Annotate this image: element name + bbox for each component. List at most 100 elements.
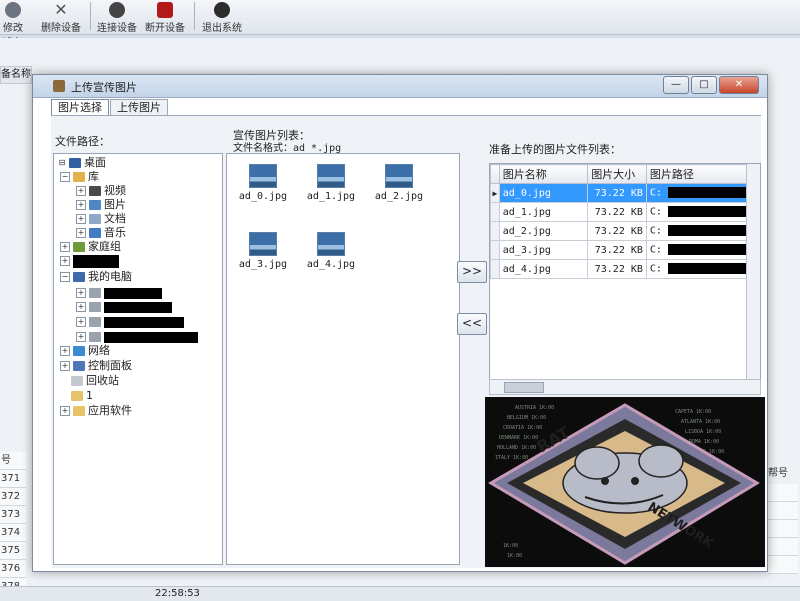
table-row[interactable]: ▶ ad_0.jpg 73.22 KB C: bbox=[490, 183, 760, 203]
table-row[interactable]: 373 bbox=[0, 506, 26, 524]
cell-name[interactable]: ad_3.jpg bbox=[498, 240, 589, 260]
delete-icon: ✕ bbox=[54, 0, 68, 19]
minimize-button[interactable]: — bbox=[663, 76, 689, 94]
cell-size[interactable]: 73.22 KB bbox=[587, 240, 647, 260]
horizontal-scrollbar[interactable] bbox=[489, 379, 761, 395]
tree-item-drive[interactable]: + bbox=[76, 330, 198, 344]
column-header-name[interactable]: 图片名称 bbox=[498, 164, 589, 184]
vertical-scrollbar[interactable] bbox=[746, 164, 760, 380]
table-row[interactable]: 371 bbox=[0, 470, 26, 488]
connect-device-button[interactable]: 连接设备 bbox=[94, 0, 140, 34]
expand-icon: + bbox=[76, 228, 86, 238]
disconnect-device-button[interactable]: 断开设备 bbox=[142, 0, 188, 34]
table-row[interactable]: ad_2.jpg 73.22 KB C: bbox=[490, 221, 760, 241]
redacted-path bbox=[667, 225, 756, 237]
table-row[interactable]: 376 bbox=[0, 560, 26, 578]
cell-name[interactable]: ad_2.jpg bbox=[498, 221, 589, 241]
computer-icon bbox=[73, 272, 85, 282]
path-prefix: C: bbox=[649, 187, 662, 199]
tree-item-my-computer[interactable]: − 我的电脑 bbox=[60, 270, 132, 284]
cell-path[interactable]: C: bbox=[645, 221, 760, 241]
tree-item-pictures[interactable]: + 图片 bbox=[76, 198, 126, 212]
tree-item-desktop[interactable]: ⊟ 桌面 bbox=[58, 156, 106, 170]
tree-item-user-folder[interactable]: + bbox=[60, 254, 119, 268]
file-item-ad-0[interactable]: ad_0.jpg bbox=[233, 164, 293, 202]
drive-icon bbox=[89, 317, 101, 327]
toolbar-separator bbox=[194, 2, 195, 30]
tree-item-drive[interactable]: + bbox=[76, 315, 184, 329]
file-item-ad-3[interactable]: ad_3.jpg bbox=[233, 232, 293, 270]
svg-text:1K:00: 1K:00 bbox=[507, 553, 522, 559]
cell-path[interactable]: C: bbox=[645, 240, 760, 260]
folder-tree[interactable]: ⊟ 桌面 − 库 + 视频 + 图片 + 文档 + 音乐 + 家庭组 + − 我… bbox=[53, 153, 223, 565]
table-row[interactable] bbox=[768, 502, 798, 520]
dialog-title-bar[interactable]: 上传宣传图片 — □ ✕ bbox=[33, 75, 767, 98]
tree-item-control-panel[interactable]: + 控制面板 bbox=[60, 359, 132, 373]
cell-name[interactable]: ad_4.jpg bbox=[498, 259, 589, 279]
tree-item-music[interactable]: + 音乐 bbox=[76, 226, 126, 240]
table-row[interactable] bbox=[768, 538, 798, 556]
documents-icon bbox=[89, 214, 101, 224]
table-row[interactable]: ad_1.jpg 73.22 KB C: bbox=[490, 202, 760, 222]
scrollbar-thumb[interactable] bbox=[504, 382, 544, 393]
add-to-upload-button[interactable]: >> bbox=[457, 261, 487, 283]
file-item-ad-2[interactable]: ad_2.jpg bbox=[369, 164, 429, 202]
column-header-size[interactable]: 图片大小 bbox=[587, 164, 647, 184]
expand-icon: + bbox=[60, 361, 70, 371]
tree-item-recycle-bin[interactable]: 回收站 bbox=[60, 374, 119, 388]
file-item-ad-1[interactable]: ad_1.jpg bbox=[301, 164, 361, 202]
tab-upload-image[interactable]: 上传图片 bbox=[110, 99, 168, 115]
cell-name[interactable]: ad_1.jpg bbox=[498, 202, 589, 222]
tree-item-homegroup[interactable]: + 家庭组 bbox=[60, 240, 121, 254]
table-row[interactable]: 372 bbox=[0, 488, 26, 506]
image-file-list[interactable]: ad_0.jpg ad_1.jpg ad_2.jpg ad_3.jpg ad_4… bbox=[226, 153, 460, 565]
table-row[interactable] bbox=[768, 484, 798, 502]
window-controls: — □ ✕ bbox=[661, 76, 759, 94]
image-file-icon bbox=[385, 164, 413, 188]
upload-dialog: 上传宣传图片 — □ ✕ 图片选择 上传图片 文件路径： ⊟ 桌面 − 库 + … bbox=[32, 74, 768, 572]
table-row[interactable] bbox=[768, 556, 798, 574]
tree-item-label: 网络 bbox=[88, 344, 110, 357]
cell-size[interactable]: 73.22 KB bbox=[587, 183, 647, 203]
account-column-header[interactable]: 帮号 bbox=[768, 466, 798, 482]
file-item-ad-4[interactable]: ad_4.jpg bbox=[301, 232, 361, 270]
upload-file-table[interactable]: 图片名称 图片大小 图片路径 ▶ ad_0.jpg 73.22 KB C: ad… bbox=[489, 163, 761, 395]
device-name-column-header[interactable]: 备名称 bbox=[0, 66, 32, 84]
close-button[interactable]: ✕ bbox=[719, 76, 759, 94]
music-icon bbox=[89, 228, 101, 238]
tree-item-library[interactable]: − 库 bbox=[60, 170, 99, 184]
tree-item-videos[interactable]: + 视频 bbox=[76, 184, 126, 198]
exit-system-button[interactable]: 退出系统 bbox=[198, 0, 246, 34]
upload-list-label: 准备上传的图片文件列表： bbox=[489, 143, 621, 156]
tree-item-folder-1[interactable]: 1 bbox=[60, 389, 93, 403]
table-row[interactable] bbox=[768, 520, 798, 538]
folder-icon bbox=[71, 391, 83, 401]
redacted-label bbox=[104, 287, 162, 299]
path-prefix: C: bbox=[649, 244, 662, 256]
table-row[interactable]: 374 bbox=[0, 524, 26, 542]
tab-image-select[interactable]: 图片选择 bbox=[51, 99, 109, 115]
cell-size[interactable]: 73.22 KB bbox=[587, 259, 647, 279]
edit-device-button[interactable]: 修改设备 bbox=[0, 0, 26, 49]
tree-item-network[interactable]: + 网络 bbox=[60, 344, 110, 358]
table-row[interactable]: ad_4.jpg 73.22 KB C: bbox=[490, 259, 760, 279]
redacted-path bbox=[667, 244, 756, 256]
remove-from-upload-button[interactable]: << bbox=[457, 313, 487, 335]
cell-size[interactable]: 73.22 KB bbox=[587, 202, 647, 222]
cell-size[interactable]: 73.22 KB bbox=[587, 221, 647, 241]
column-header-path[interactable]: 图片路径 bbox=[645, 164, 760, 184]
row-header-corner bbox=[490, 164, 500, 184]
delete-device-button[interactable]: ✕ 删除设备 bbox=[36, 0, 86, 35]
cell-path[interactable]: C: bbox=[645, 202, 760, 222]
table-row[interactable]: ad_3.jpg 73.22 KB C: bbox=[490, 240, 760, 260]
tree-item-drive[interactable]: + bbox=[76, 286, 162, 300]
tree-item-drive[interactable]: + bbox=[76, 300, 172, 314]
cell-name[interactable]: ad_0.jpg bbox=[498, 183, 589, 203]
maximize-button[interactable]: □ bbox=[691, 76, 717, 94]
cell-path[interactable]: C: bbox=[645, 259, 760, 279]
tree-item-documents[interactable]: + 文档 bbox=[76, 212, 126, 226]
cell-path[interactable]: C: bbox=[645, 183, 760, 203]
tree-item-applications[interactable]: + 应用软件 bbox=[60, 404, 132, 418]
control-panel-icon bbox=[73, 361, 85, 371]
table-row[interactable]: 375 bbox=[0, 542, 26, 560]
